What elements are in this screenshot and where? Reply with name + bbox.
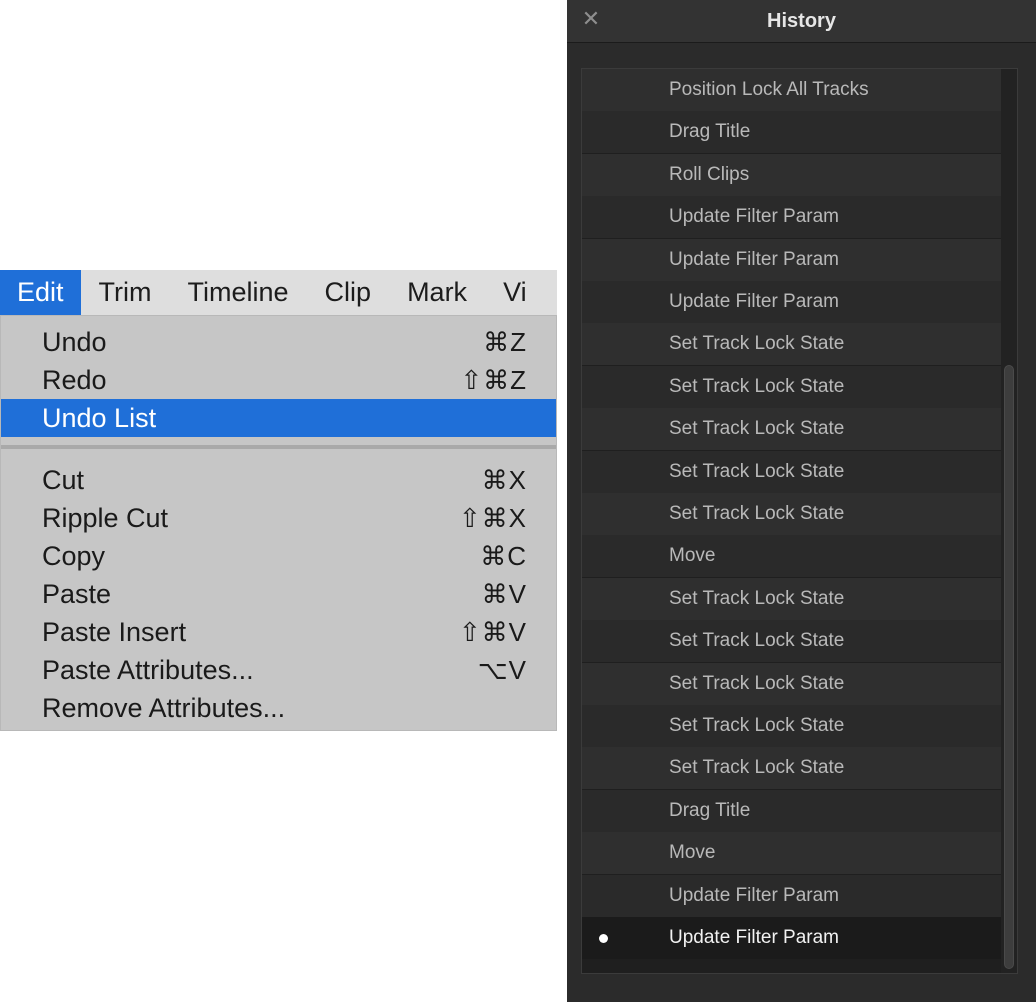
menu-item-redo[interactable]: Redo ⇧⌘Z	[1, 361, 556, 399]
history-item-label: Set Track Lock State	[669, 672, 845, 694]
menu-separator	[1, 445, 556, 449]
history-item[interactable]: Update Filter Param	[582, 238, 1001, 281]
menu-item-label: Ripple Cut	[42, 502, 169, 533]
history-item-label: Update Filter Param	[669, 884, 840, 906]
menu-item-label: Paste Insert	[42, 616, 187, 647]
history-item[interactable]: Set Track Lock State	[582, 747, 1001, 790]
history-item-label: Set Track Lock State	[669, 375, 845, 397]
history-item[interactable]: Set Track Lock State	[582, 323, 1001, 366]
menu-item-label: Copy	[42, 540, 106, 571]
menu-item-shortcut: ⌘V	[481, 578, 527, 609]
menubar-item-view[interactable]: Vi	[485, 270, 545, 315]
history-item[interactable]: Set Track Lock State	[582, 620, 1001, 663]
history-item-label: Drag Title	[669, 799, 751, 821]
menu-item-shortcut: ⇧⌘X	[458, 502, 527, 533]
history-list: Update Filter Param Update Filter Param Mo…	[581, 68, 1018, 974]
menu-item-shortcut: ⌘X	[481, 464, 527, 495]
menubar-item-clip[interactable]: Clip	[307, 270, 390, 315]
history-item[interactable]: Set Track Lock State	[582, 577, 1001, 620]
history-item-label: Set Track Lock State	[669, 715, 845, 736]
history-item-label: Update Filter Param	[669, 206, 840, 228]
menu-item-copy[interactable]: Copy ⌘C	[1, 537, 556, 575]
edit-menu-dropdown: Undo ⌘Z Redo ⇧⌘Z Undo List Cut ⌘X Ripple…	[0, 315, 557, 731]
history-item[interactable]: Set Track Lock State	[582, 705, 1001, 747]
menu-item-shortcut: ⌥V	[477, 654, 527, 685]
menu-item-ripple-cut[interactable]: Ripple Cut ⇧⌘X	[1, 499, 556, 537]
menu-item-shortcut: ⌘Z	[483, 326, 527, 357]
menubar-item-edit[interactable]: Edit	[0, 270, 81, 315]
scrollbar-thumb[interactable]	[1004, 365, 1014, 969]
history-item[interactable]: Position Lock All Tracks	[582, 69, 1001, 111]
history-item[interactable]: Set Track Lock State	[582, 493, 1001, 535]
menu-item-shortcut: ⇧⌘Z	[460, 364, 527, 395]
history-item[interactable]: Update Filter Param	[582, 196, 1001, 239]
menubar-item-trim[interactable]: Trim	[81, 270, 170, 315]
history-item[interactable]: Set Track Lock State	[582, 662, 1001, 705]
history-item[interactable]: Drag Title	[582, 111, 1001, 154]
menu-item-label: Cut	[42, 464, 85, 495]
current-state-indicator	[599, 934, 608, 943]
menu-item-label: Redo	[42, 364, 107, 395]
history-item[interactable]: Update Filter Param	[582, 917, 1001, 959]
history-item-label: Set Track Lock State	[669, 630, 845, 652]
scrollbar-track[interactable]	[1001, 69, 1017, 973]
history-item-label: Move	[669, 545, 716, 567]
history-item-label: Position Lock All Tracks	[669, 79, 869, 100]
history-item-label: Set Track Lock State	[669, 503, 845, 524]
history-item-label: Update Filter Param	[669, 248, 840, 270]
menubar-item-timeline[interactable]: Timeline	[170, 270, 307, 315]
history-item-label: Drag Title	[669, 121, 751, 143]
menu-item-paste-insert[interactable]: Paste Insert ⇧⌘V	[1, 613, 556, 651]
history-item[interactable]: Update Filter Param	[582, 281, 1001, 323]
history-item[interactable]: Update Filter Param	[582, 874, 1001, 917]
history-item[interactable]: Set Track Lock State	[582, 365, 1001, 408]
history-item-label: Update Filter Param	[669, 927, 840, 948]
menu-item-label: Undo List	[42, 402, 157, 433]
history-item[interactable]: Drag Title	[582, 789, 1001, 832]
menu-item-remove-attributes[interactable]: Remove Attributes...	[1, 689, 556, 727]
history-item-label: Move	[669, 842, 716, 864]
history-item[interactable]: Move	[582, 535, 1001, 578]
history-item-label: Set Track Lock State	[669, 418, 845, 440]
history-item-label: Set Track Lock State	[669, 460, 845, 482]
menu-item-cut[interactable]: Cut ⌘X	[1, 461, 556, 499]
menu-item-undo[interactable]: Undo ⌘Z	[1, 323, 556, 361]
history-titlebar: ✕ History	[567, 0, 1036, 43]
history-item-label: Set Track Lock State	[669, 333, 845, 355]
history-item[interactable]: Roll Clips	[582, 153, 1001, 196]
menu-item-shortcut: ⇧⌘V	[458, 616, 527, 647]
history-item[interactable]: Set Track Lock State	[582, 408, 1001, 451]
menu-item-paste-attributes[interactable]: Paste Attributes... ⌥V	[1, 651, 556, 689]
menu-item-label: Paste	[42, 578, 112, 609]
menu-item-label: Undo	[42, 326, 107, 357]
history-item-label: Roll Clips	[669, 163, 750, 185]
menu-item-undo-list[interactable]: Undo List	[1, 399, 556, 437]
history-item-label: Set Track Lock State	[669, 757, 845, 779]
history-panel: ✕ History Update Filter Param Update Filt…	[567, 0, 1036, 1002]
menu-item-label: Remove Attributes...	[42, 692, 286, 723]
history-item[interactable]: Move	[582, 832, 1001, 875]
menu-bar: Edit Trim Timeline Clip Mark Vi	[0, 270, 557, 316]
panel-title: History	[767, 10, 836, 32]
menu-item-shortcut: ⌘C	[480, 540, 527, 571]
menu-item-paste[interactable]: Paste ⌘V	[1, 575, 556, 613]
menubar-item-mark[interactable]: Mark	[389, 270, 485, 315]
history-item-label: Set Track Lock State	[669, 587, 845, 609]
menu-item-label: Paste Attributes...	[42, 654, 254, 685]
history-item-label: Update Filter Param	[669, 291, 840, 312]
history-item[interactable]: Set Track Lock State	[582, 450, 1001, 493]
